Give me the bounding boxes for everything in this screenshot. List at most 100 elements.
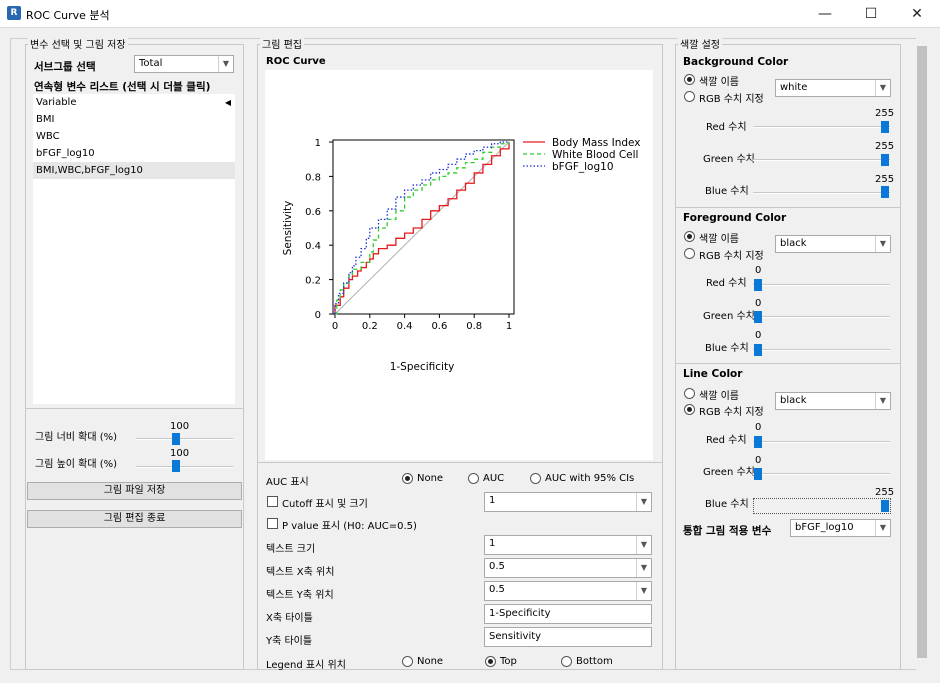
y-tick-label: 0.8 — [305, 172, 321, 183]
line-rgb-radio[interactable] — [684, 404, 695, 415]
y-tick-label: 0 — [315, 310, 321, 321]
legend-label: Body Mass Index — [552, 137, 641, 149]
chevron-down-icon: ▼ — [875, 520, 890, 536]
height-scale-thumb[interactable] — [172, 460, 180, 472]
variable-panel-title: 변수 선택 및 그림 저장 — [28, 36, 128, 51]
chevron-down-icon: ▼ — [636, 559, 651, 577]
height-scale-slider[interactable] — [136, 466, 233, 468]
auc-none-radio[interactable] — [402, 473, 413, 484]
line-red-label: Red 수치 — [706, 435, 747, 446]
unified-variable-select[interactable]: bFGF_log10 ▼ — [790, 519, 891, 537]
save-figure-button[interactable]: 그림 파일 저장 — [27, 482, 242, 500]
line-blue-label: Blue 수치 — [705, 499, 749, 510]
width-scale-thumb[interactable] — [172, 433, 180, 445]
foreground-green-slider[interactable] — [753, 316, 890, 318]
text-size-label: 텍스트 크기 — [266, 544, 316, 555]
background-red-thumb[interactable] — [881, 121, 889, 133]
scrollbar-thumb[interactable] — [917, 46, 927, 658]
auc-ci-radio[interactable] — [530, 473, 541, 484]
y-tick-label: 0.6 — [305, 207, 321, 218]
background-name-radio[interactable] — [684, 74, 695, 85]
line-rgb-label: RGB 수치 지정 — [699, 407, 764, 418]
line-name-radio[interactable] — [684, 388, 695, 399]
legend-top-label: Top — [500, 656, 517, 667]
chevron-down-icon: ▼ — [875, 236, 890, 252]
line-color-select[interactable]: black ▼ — [775, 392, 891, 410]
width-scale-slider[interactable] — [136, 438, 233, 440]
foreground-color-select[interactable]: black ▼ — [775, 235, 891, 253]
chevron-down-icon: ▼ — [636, 582, 651, 600]
foreground-blue-slider[interactable] — [753, 349, 890, 351]
color-panel — [675, 44, 901, 670]
foreground-blue-label: Blue 수치 — [705, 343, 749, 354]
background-blue-thumb[interactable] — [881, 186, 889, 198]
vertical-scrollbar[interactable] — [916, 38, 928, 670]
line-green-thumb[interactable] — [754, 468, 762, 480]
legend-bottom-radio[interactable] — [561, 656, 572, 667]
end-edit-button[interactable]: 그림 편집 종료 — [27, 510, 242, 528]
chevron-down-icon: ▼ — [875, 393, 890, 409]
y-tick-label: 0.4 — [305, 241, 321, 252]
foreground-green-value: 0 — [755, 298, 762, 309]
background-green-label: Green 수치 — [703, 154, 755, 165]
close-button[interactable]: ✕ — [894, 0, 940, 28]
foreground-blue-value: 0 — [755, 330, 762, 341]
y-tick-label: 1 — [315, 138, 321, 149]
background-blue-label: Blue 수치 — [705, 186, 749, 197]
legend-bottom-label: Bottom — [576, 656, 613, 667]
pvalue-label: P value 표시 (H0: AUC=0.5) — [282, 521, 417, 532]
background-red-value: 255 — [875, 108, 895, 119]
foreground-rgb-label: RGB 수치 지정 — [699, 251, 764, 262]
legend-top-radio[interactable] — [485, 656, 496, 667]
y-title-input[interactable]: Sensitivity — [484, 627, 652, 647]
list-item[interactable]: BMI — [33, 111, 235, 128]
foreground-green-label: Green 수치 — [703, 311, 755, 322]
background-rgb-radio[interactable] — [684, 91, 695, 102]
chevron-down-icon: ▼ — [636, 493, 651, 511]
foreground-red-thumb[interactable] — [754, 279, 762, 291]
cutoff-checkbox[interactable] — [267, 496, 278, 507]
auc-label: AUC 표시 — [266, 477, 309, 488]
foreground-name-radio[interactable] — [684, 231, 695, 242]
subgroup-select[interactable]: Total ▼ — [134, 55, 234, 73]
line-blue-slider[interactable] — [753, 498, 891, 514]
legend-none-radio[interactable] — [402, 656, 413, 667]
x-tick-label: 0.4 — [397, 321, 413, 332]
background-blue-value: 255 — [875, 174, 895, 185]
line-red-thumb[interactable] — [754, 436, 762, 448]
text-size-value: 1 — [489, 538, 496, 549]
text-y-select[interactable]: 0.5 ▼ — [484, 581, 652, 601]
text-x-select[interactable]: 0.5 ▼ — [484, 558, 652, 578]
list-item[interactable]: bFGF_log10 — [33, 145, 235, 162]
maximize-button[interactable]: ☐ — [848, 0, 894, 28]
subgroup-label: 서브그룹 선택 — [34, 61, 96, 73]
pvalue-checkbox[interactable] — [267, 518, 278, 529]
line-red-slider[interactable] — [753, 441, 890, 443]
background-green-value: 255 — [875, 141, 895, 152]
background-red-slider[interactable] — [753, 126, 890, 128]
text-size-select[interactable]: 1 ▼ — [484, 535, 652, 555]
foreground-name-label: 색깔 이름 — [699, 234, 739, 245]
auc-auc-label: AUC — [483, 473, 505, 484]
background-blue-slider[interactable] — [753, 192, 890, 194]
foreground-blue-thumb[interactable] — [754, 344, 762, 356]
variable-list[interactable]: Variable ◀ BMI WBC bFGF_log10 BMI,WBC,bF… — [33, 94, 235, 404]
background-green-thumb[interactable] — [881, 154, 889, 166]
minimize-button[interactable]: — — [802, 0, 848, 28]
line-blue-thumb[interactable] — [881, 500, 889, 512]
x-title-input[interactable]: 1-Specificity — [484, 604, 652, 624]
cutoff-size-select[interactable]: 1 ▼ — [484, 492, 652, 512]
background-green-slider[interactable] — [753, 159, 890, 161]
app-icon: R — [7, 6, 21, 20]
foreground-red-slider[interactable] — [753, 284, 890, 286]
list-header[interactable]: Variable ◀ — [33, 94, 235, 111]
auc-ci-label: AUC with 95% CIs — [545, 473, 635, 484]
foreground-rgb-radio[interactable] — [684, 248, 695, 259]
foreground-green-thumb[interactable] — [754, 311, 762, 323]
background-color-select[interactable]: white ▼ — [775, 79, 891, 97]
auc-auc-radio[interactable] — [468, 473, 479, 484]
list-item[interactable]: WBC — [33, 128, 235, 145]
list-item-selected[interactable]: BMI,WBC,bFGF_log10 — [33, 162, 235, 179]
height-scale-label: 그림 높이 확대 (%) — [35, 459, 118, 470]
line-green-slider[interactable] — [753, 473, 890, 475]
